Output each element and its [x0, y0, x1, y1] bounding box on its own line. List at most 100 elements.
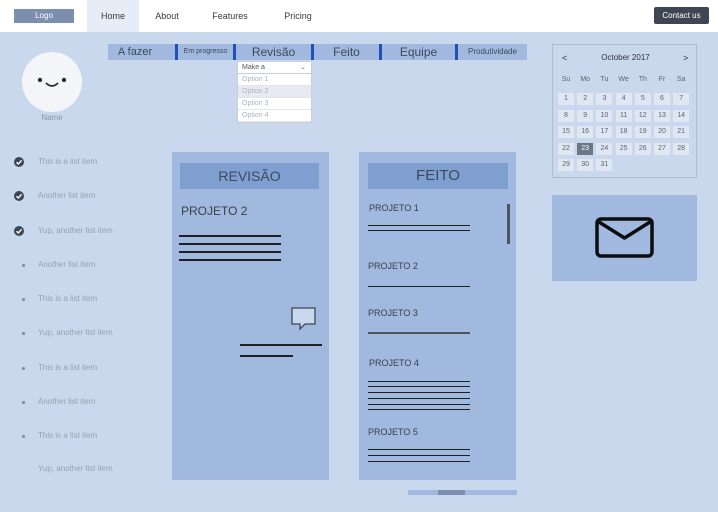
envelope-icon[interactable] [595, 216, 655, 260]
calendar-day[interactable]: 1 [558, 93, 574, 105]
calendar-weekday: Mo [580, 76, 591, 83]
check-circle-icon [14, 191, 24, 201]
project-card-title[interactable]: PROJETO 2 [368, 261, 418, 271]
calendar-day[interactable]: 27 [654, 142, 670, 155]
calendar-day[interactable]: 29 [558, 159, 574, 172]
project-card-title[interactable]: PROJETO 3 [368, 308, 418, 318]
calendar-day[interactable]: 15 [558, 126, 574, 139]
nav-tab-home[interactable]: Home [87, 0, 139, 32]
text-line [240, 355, 293, 357]
check-circle-icon [14, 157, 24, 167]
scrollbar-thumb[interactable] [438, 490, 465, 495]
calendar-day[interactable]: 2 [577, 93, 594, 105]
text-line [368, 455, 470, 456]
revisao-column: REVISÃO PROJETO 2 [172, 152, 329, 480]
nav-tab-features[interactable]: Features [200, 0, 260, 32]
calendar-weekday: Fr [658, 76, 666, 83]
calendar-day[interactable]: 24 [596, 142, 613, 155]
nav-tab-about[interactable]: About [144, 0, 190, 32]
smiley-face-icon [37, 77, 67, 87]
text-line [368, 332, 470, 334]
mail-panel [552, 195, 697, 281]
calendar-day[interactable]: 10 [596, 109, 613, 122]
chevron-down-icon: ⌄ [300, 64, 306, 71]
tab-divider [162, 44, 178, 60]
calendar-day[interactable]: 20 [654, 126, 670, 139]
bullet-dot-icon [22, 435, 25, 438]
project-card-title[interactable]: PROJETO 2 [181, 204, 247, 218]
project-card-title[interactable]: PROJETO 4 [369, 358, 419, 368]
list-item-label: This is a list item [38, 363, 98, 372]
logo[interactable]: Logo [14, 9, 74, 23]
calendar-day[interactable]: 14 [673, 109, 690, 122]
vertical-scrollbar[interactable] [507, 204, 510, 244]
dropdown-option[interactable]: Option 3 [238, 98, 311, 110]
text-line [368, 286, 470, 287]
calendar-day[interactable]: 31 [596, 159, 613, 172]
project-card-title[interactable]: PROJETO 5 [368, 427, 418, 437]
calendar-day[interactable]: 16 [577, 126, 594, 139]
text-line [179, 259, 281, 261]
tab-a-fazer[interactable]: A fazer [108, 44, 162, 60]
dropdown-option[interactable]: Option 2 [238, 86, 311, 98]
bullet-dot-icon [22, 367, 25, 370]
calendar-day[interactable]: 23 [577, 142, 594, 155]
calendar-widget: < October 2017 > Su Mo Tu We Th Fr Sa 1 2 3 4 5 6 7 8 9… [552, 44, 697, 178]
calendar-weekday: Th [638, 76, 647, 83]
tab-feito[interactable]: Feito [314, 44, 382, 60]
text-line [368, 230, 470, 231]
text-line [179, 243, 281, 245]
calendar-day[interactable]: 30 [577, 159, 594, 172]
text-line [368, 225, 470, 226]
top-navbar: Logo Home About Features Pricing Contact… [0, 0, 718, 32]
text-line [368, 409, 470, 410]
dropdown-selected-label: Make a [242, 64, 265, 71]
feito-column: FEITO PROJETO 1 PROJETO 2 PROJETO 3 PROJ… [359, 152, 516, 480]
calendar-day[interactable]: 3 [596, 93, 613, 105]
dropdown-option[interactable]: Option 1 [238, 74, 311, 86]
tab-equipe[interactable]: Equipe [382, 44, 458, 60]
calendar-day[interactable]: 8 [558, 109, 574, 122]
tab-em-progresso[interactable]: Em progresso [178, 44, 236, 60]
dropdown-option[interactable]: Option 4 [238, 110, 311, 122]
bullet-dot-icon [22, 401, 25, 404]
list-item-label: Another list item [38, 397, 96, 406]
text-line [368, 386, 470, 387]
profile-name: Name [41, 113, 63, 122]
text-line [368, 449, 470, 450]
horizontal-scrollbar[interactable] [408, 490, 517, 495]
avatar[interactable] [22, 52, 82, 112]
calendar-day[interactable]: 19 [634, 126, 651, 139]
project-card-title[interactable]: PROJETO 1 [369, 203, 419, 213]
calendar-next-button[interactable]: > [683, 53, 688, 63]
list-item-label: Another list item [38, 260, 96, 269]
calendar-day[interactable]: 9 [577, 109, 594, 122]
calendar-day[interactable]: 28 [673, 142, 690, 155]
calendar-day[interactable]: 22 [558, 142, 574, 155]
tab-revisao[interactable]: Revisão [236, 44, 314, 60]
calendar-day[interactable]: 7 [673, 93, 690, 105]
calendar-day[interactable]: 21 [673, 126, 690, 139]
check-circle-icon [14, 226, 24, 236]
dropdown-selected[interactable]: Make a ⌄ [238, 62, 311, 74]
calendar-weekday: Su [561, 76, 571, 83]
text-line [368, 392, 470, 393]
calendar-day[interactable]: 13 [654, 109, 670, 122]
calendar-day[interactable]: 17 [596, 126, 613, 139]
calendar-day[interactable]: 18 [615, 126, 632, 139]
calendar-weekday: Tu [600, 76, 609, 83]
nav-tab-pricing[interactable]: Pricing [275, 0, 321, 32]
calendar-day[interactable]: 25 [615, 142, 632, 155]
calendar-day[interactable]: 12 [634, 109, 651, 122]
contact-us-button[interactable]: Contact us [654, 7, 709, 24]
list-item-label: This is a list item [38, 431, 98, 440]
dropdown-menu[interactable]: Make a ⌄ Option 1 Option 2 Option 3 Opti… [237, 61, 312, 123]
list-item-label: This is a list item [38, 294, 98, 303]
calendar-day[interactable]: 4 [615, 93, 632, 105]
calendar-day[interactable]: 6 [654, 93, 670, 105]
speech-bubble-icon[interactable] [290, 306, 318, 332]
calendar-day[interactable]: 5 [634, 93, 651, 105]
tab-produtividade[interactable]: Produtividade [458, 44, 527, 60]
calendar-day[interactable]: 11 [615, 109, 632, 122]
calendar-day[interactable]: 26 [634, 142, 651, 155]
